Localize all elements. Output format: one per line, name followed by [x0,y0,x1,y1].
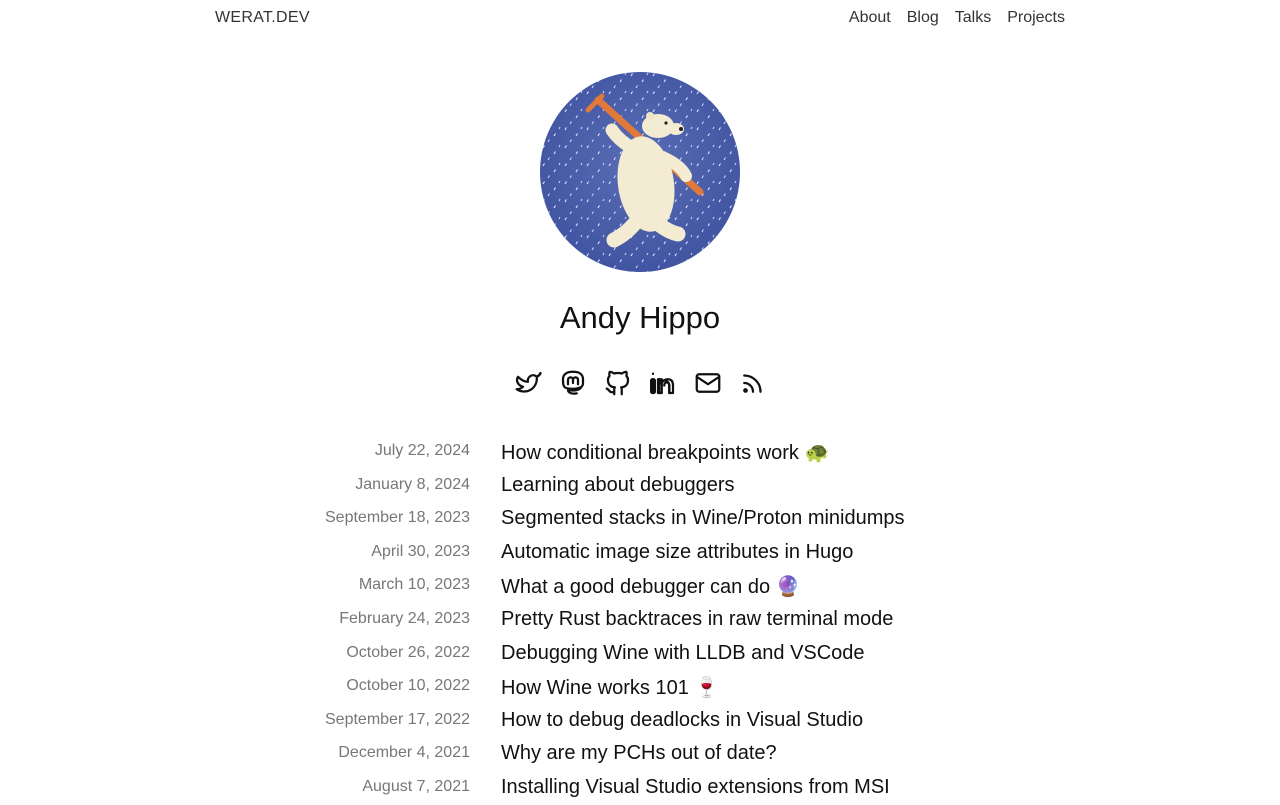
post-item: July 22, 2024 How conditional breakpoint… [0,435,1280,469]
post-item: September 18, 2023 Segmented stacks in W… [0,502,1280,536]
twitter-icon [515,371,542,393]
post-title-link[interactable]: Installing Visual Studio extensions from… [501,776,890,799]
post-item: April 30, 2023 Automatic image size attr… [0,536,1280,570]
rss-icon [742,374,762,393]
profile-name: Andy Hippo [559,300,721,335]
email-link[interactable] [693,368,723,398]
post-title-link[interactable]: Why are my PCHs out of date? [501,742,777,765]
site-header: WERAT.DEV About Blog Talks Projects [215,0,1065,40]
post-title-link[interactable]: What a good debugger can do 🔮 [501,574,801,599]
post-item: January 8, 2024 Learning about debuggers [0,469,1280,503]
mastodon-icon [561,370,584,395]
linkedin-icon [649,372,674,395]
post-date: September 18, 2023 [325,509,470,527]
post-list: July 22, 2024 How conditional breakpoint… [0,435,1280,805]
post-title-link[interactable]: How Wine works 101 🍷 [501,675,719,700]
linkedin-link[interactable] [648,368,678,398]
email-icon [695,373,720,393]
post-title-link[interactable]: Pretty Rust backtraces in raw terminal m… [501,608,893,631]
post-item: September 17, 2022 How to debug deadlock… [0,704,1280,738]
post-item: February 24, 2023 Pretty Rust backtraces… [0,603,1280,637]
post-date: October 10, 2022 [346,677,470,695]
post-title-link[interactable]: Debugging Wine with LLDB and VSCode [501,642,865,665]
post-item: August 7, 2021 Installing Visual Studio … [0,771,1280,805]
nav-about[interactable]: About [849,9,891,27]
post-date: August 7, 2021 [362,777,470,795]
github-link[interactable] [603,368,633,398]
post-item: March 10, 2023 What a good debugger can … [0,569,1280,603]
nav-projects[interactable]: Projects [1007,9,1065,27]
post-item: December 4, 2021 Why are my PCHs out of … [0,737,1280,771]
post-date: July 22, 2024 [374,442,470,459]
post-title-link[interactable]: How to debug deadlocks in Visual Studio [501,709,863,732]
post-item: October 26, 2022 Debugging Wine with LLD… [0,637,1280,671]
twitter-link[interactable] [513,368,543,398]
nav-blog[interactable]: Blog [907,9,939,27]
avatar [540,72,740,272]
post-date: October 26, 2022 [346,643,470,661]
polar-bear-avatar-icon [540,72,740,272]
post-title-link[interactable]: Learning about debuggers [501,474,735,497]
main-nav: About Blog Talks Projects [849,9,1065,27]
post-title-link[interactable]: Segmented stacks in Wine/Proton minidump… [501,507,905,530]
site-brand-link[interactable]: WERAT.DEV [215,9,310,27]
nav-talks[interactable]: Talks [955,9,991,27]
mastodon-link[interactable] [558,368,588,398]
post-title-link[interactable]: How conditional breakpoints work 🐢 [501,440,829,465]
rss-link[interactable] [738,368,768,398]
post-date: January 8, 2024 [355,475,470,493]
post-date: March 10, 2023 [358,576,470,594]
post-date: April 30, 2023 [371,542,470,560]
social-links [0,368,1280,398]
post-date: December 4, 2021 [338,744,470,762]
post-item: October 10, 2022 How Wine works 101 🍷 [0,670,1280,704]
post-date: February 24, 2023 [339,609,470,627]
github-icon [605,370,629,396]
post-title-link[interactable]: Automatic image size attributes in Hugo [501,541,853,564]
post-date: September 17, 2022 [325,710,470,728]
